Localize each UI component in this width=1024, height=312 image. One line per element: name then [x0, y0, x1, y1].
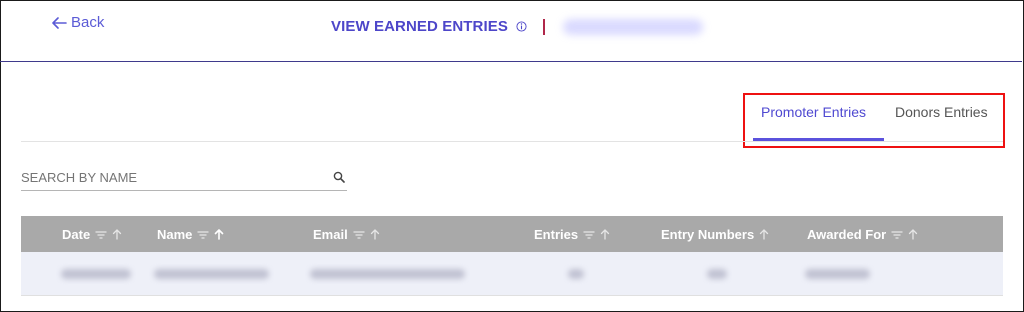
- arrow-left-icon: [52, 16, 67, 29]
- filter-lines-icon[interactable]: [95, 230, 107, 240]
- column-header-entry-numbers[interactable]: Entry Numbers: [661, 227, 769, 242]
- redacted-email-cell: [310, 269, 465, 279]
- column-label: Date: [62, 227, 91, 242]
- page-title: VIEW EARNED ENTRIES: [331, 18, 508, 35]
- redacted-entry-numbers-cell: [707, 269, 727, 279]
- filter-lines-icon[interactable]: [583, 230, 595, 240]
- column-header-name[interactable]: Name: [157, 227, 224, 242]
- filter-lines-icon[interactable]: [197, 230, 210, 240]
- top-bar: Back VIEW EARNED ENTRIES: [0, 0, 1022, 62]
- section-divider: [21, 141, 1003, 142]
- back-button[interactable]: Back: [52, 14, 104, 31]
- tab-promoter-entries[interactable]: Promoter Entries: [761, 104, 866, 120]
- column-header-entries[interactable]: Entries: [534, 227, 610, 242]
- title-divider: [542, 18, 545, 35]
- back-label: Back: [71, 14, 105, 31]
- filter-lines-icon[interactable]: [891, 230, 903, 240]
- entries-tabs: Promoter Entries Donors Entries: [743, 93, 1005, 148]
- redacted-campaign-name: [562, 18, 703, 35]
- tab-donors-entries[interactable]: Donors Entries: [895, 104, 988, 120]
- search-placeholder: SEARCH BY NAME: [21, 170, 138, 185]
- redacted-name-cell: [154, 269, 269, 279]
- column-label: Entries: [534, 227, 579, 242]
- table-row[interactable]: [21, 252, 1003, 296]
- column-label: Name: [157, 227, 193, 242]
- arrow-up-icon[interactable]: [370, 229, 380, 240]
- filter-lines-icon[interactable]: [353, 230, 365, 240]
- column-header-awarded-for[interactable]: Awarded For: [807, 227, 918, 242]
- info-icon[interactable]: [516, 21, 527, 32]
- arrow-up-icon[interactable]: [759, 229, 769, 240]
- table-header: Date Name Email Entries Entry Numbers Aw…: [21, 216, 1003, 252]
- column-header-date[interactable]: Date: [62, 227, 122, 242]
- column-label: Entry Numbers: [661, 227, 755, 242]
- search-icon[interactable]: [333, 171, 345, 183]
- redacted-entries-cell: [568, 269, 584, 279]
- search-input[interactable]: SEARCH BY NAME: [21, 168, 347, 191]
- redacted-awarded-for-cell: [805, 269, 870, 279]
- column-label: Email: [313, 227, 348, 242]
- arrow-up-icon[interactable]: [600, 229, 610, 240]
- page-title-group: VIEW EARNED ENTRIES: [331, 18, 703, 35]
- arrow-up-icon[interactable]: [112, 229, 122, 240]
- arrow-up-icon[interactable]: [214, 229, 224, 240]
- column-header-email[interactable]: Email: [313, 227, 380, 242]
- arrow-up-icon[interactable]: [908, 229, 918, 240]
- column-label: Awarded For: [807, 227, 887, 242]
- redacted-date-cell: [61, 269, 131, 279]
